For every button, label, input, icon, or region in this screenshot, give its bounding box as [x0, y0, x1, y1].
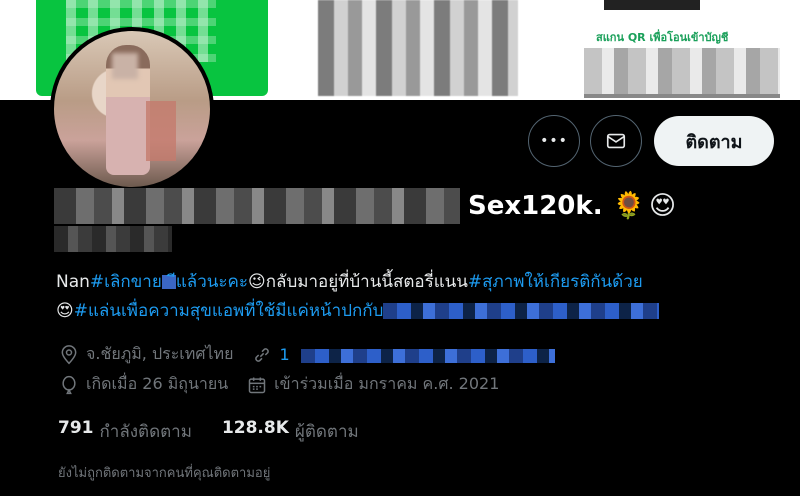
- location-text: จ.ชัยภูมิ, ประเทศไทย: [86, 344, 234, 363]
- censored-char: [161, 275, 176, 289]
- bio-text: กลับมาอยู่ที่บ้านนี้สตอรี่แนน: [265, 272, 468, 292]
- not-followed-notice: ยังไม่ถูกติดตามจากคนที่คุณติดตามอยู่: [58, 466, 271, 481]
- banner-censored-area: [318, 0, 518, 96]
- banner-account-details-censored: [584, 48, 780, 96]
- following-count: 791: [58, 418, 94, 438]
- followers-count: 128.8K: [221, 418, 289, 438]
- balloon-icon: [58, 374, 80, 396]
- bio-prefix: Nan: [56, 272, 90, 292]
- display-name-text: Sex120k.: [468, 191, 603, 221]
- avatar-background: [146, 101, 176, 161]
- avatar[interactable]: [50, 27, 214, 191]
- banner-caption: สแกน QR เพื่อโอนเข้าบัญชี: [596, 31, 729, 44]
- profile-bio: Nan#เลิกขายีแล้วนะคะ😉กลับมาอยู่ที่บ้านนี…: [56, 268, 776, 326]
- banner-title: [604, 0, 700, 10]
- profile-meta-row-1: จ.ชัยภูมิ, ประเทศไทย 1: [58, 342, 555, 367]
- bio-censored-link: [383, 303, 660, 319]
- more-horizontal-icon: •••: [540, 133, 568, 149]
- avatar-face-censored: [112, 53, 138, 79]
- more-options-button[interactable]: •••: [528, 115, 580, 167]
- heart-eyes-emoji-bio: 😍: [56, 301, 74, 321]
- followers-label: ผู้ติดตาม: [294, 422, 359, 442]
- calendar-icon: [246, 374, 268, 396]
- banner-divider: [584, 94, 780, 98]
- heart-eyes-emoji: 😍: [648, 191, 677, 221]
- following-link[interactable]: 791 กำลังติดตาม: [58, 418, 192, 445]
- display-name: Sex120k. 🌻 😍: [54, 186, 676, 226]
- username-handle-censored: [54, 226, 172, 252]
- display-name-censored: [54, 188, 460, 224]
- envelope-icon: [606, 133, 626, 149]
- joined-date-text: เข้าร่วมเมื่อ มกราคม ค.ศ. 2021: [274, 374, 500, 393]
- followers-link[interactable]: 128.8K ผู้ติดตาม: [222, 418, 359, 445]
- follow-button[interactable]: ติดตาม: [654, 116, 774, 166]
- map-pin-icon: [58, 344, 80, 366]
- birthday-text: เกิดเมื่อ 26 มิถุนายน: [86, 374, 229, 393]
- profile-meta-row-2: เกิดเมื่อ 26 มิถุนายน เข้าร่วมเมื่อ มกรา…: [58, 372, 499, 397]
- website-link-censored: [300, 348, 555, 363]
- bio-hashtag-link-3[interactable]: #แล่นเพื่อความสุขแอพที่ใช้มีแค่หน้าปกกับ: [74, 301, 384, 321]
- follow-stats: 791 กำลังติดตาม 128.8K ผู้ติดตาม: [58, 418, 389, 445]
- wink-emoji: 😉: [248, 272, 266, 292]
- link-icon: [251, 344, 273, 366]
- following-label: กำลังติดตาม: [99, 422, 192, 442]
- message-button[interactable]: [590, 115, 642, 167]
- bio-hashtag-link-2[interactable]: #สุภาพให้เกียรติกันด้วย: [468, 272, 643, 292]
- bio-hashtag-link[interactable]: #เลิกขายีแล้วนะคะ: [90, 272, 248, 292]
- sunflower-emoji: 🌻: [612, 191, 645, 221]
- profile-website-link[interactable]: 1: [279, 345, 555, 364]
